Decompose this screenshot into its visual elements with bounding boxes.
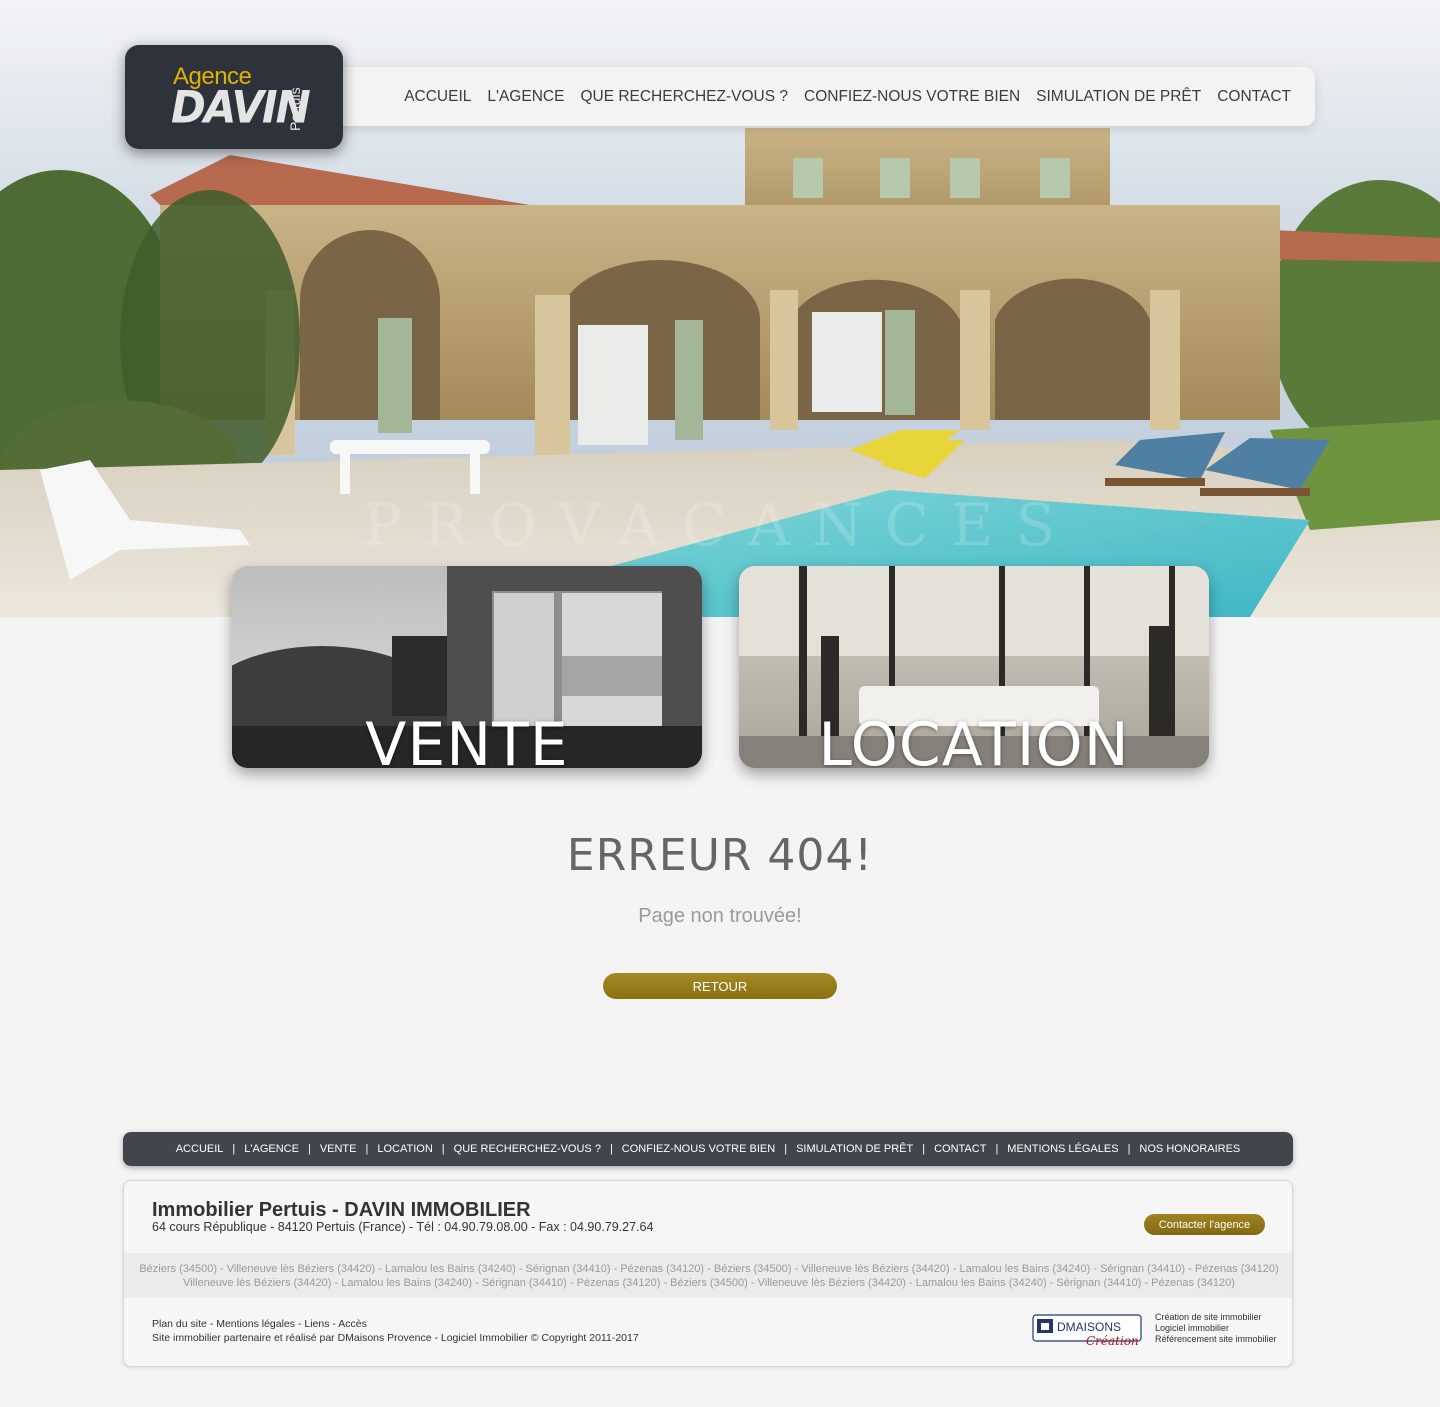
- footer-nav-mentions-legales[interactable]: MENTIONS LÉGALES: [1007, 1143, 1118, 1155]
- link-separator: -: [329, 1318, 339, 1330]
- separator: |: [307, 1143, 311, 1155]
- liens-link[interactable]: Liens: [304, 1318, 329, 1330]
- nav-simulation-pret[interactable]: SIMULATION DE PRÊT: [1036, 88, 1201, 106]
- agency-address: 64 cours République - 84120 Pertuis (Fra…: [152, 1220, 654, 1234]
- separator: |: [922, 1143, 926, 1155]
- separator: |: [995, 1143, 999, 1155]
- footer-nav-accueil[interactable]: ACCUEIL: [176, 1143, 224, 1155]
- nav-agence[interactable]: L'AGENCE: [487, 88, 564, 106]
- cities-list: Béziers (34500) - Villeneuve lès Béziers…: [124, 1253, 1292, 1298]
- link-separator: -: [295, 1318, 305, 1330]
- link-separator: -: [206, 1318, 217, 1330]
- separator: |: [609, 1143, 613, 1155]
- partner-text: Site immobilier partenaire et réalisé pa…: [152, 1332, 639, 1344]
- location-card[interactable]: LOCATION: [739, 566, 1209, 768]
- vente-card[interactable]: VENTE: [232, 566, 702, 768]
- agency-name: Immobilier Pertuis - DAVIN IMMOBILIER: [152, 1199, 531, 1221]
- error-title: ERREUR 404!: [566, 830, 874, 881]
- nav-que-recherchez-vous[interactable]: QUE RECHERCHEZ-VOUS ?: [580, 88, 788, 106]
- dm-service-line[interactable]: Création de site immobilier: [1155, 1312, 1277, 1323]
- plan-du-site-link[interactable]: Plan du site: [152, 1318, 207, 1330]
- cities-line: Villeneuve lès Béziers (34420) - Lamalou…: [183, 1277, 1235, 1289]
- footer-nav-que-recherchez-vous[interactable]: QUE RECHERCHEZ-VOUS ?: [454, 1143, 601, 1155]
- separator: |: [1127, 1143, 1131, 1155]
- footer-info: Immobilier Pertuis - DAVIN IMMOBILIER 64…: [123, 1180, 1293, 1367]
- footer-links: Plan du site - Mentions légales - Liens …: [152, 1317, 639, 1345]
- logo-pertuis-text: Pertuis: [287, 87, 303, 131]
- vente-label: VENTE: [365, 710, 569, 768]
- contact-agency-button[interactable]: Contacter l'agence: [1144, 1214, 1265, 1235]
- separator: |: [784, 1143, 788, 1155]
- footer-nav-honoraires[interactable]: NOS HONORAIRES: [1139, 1143, 1240, 1155]
- footer-nav-vente[interactable]: VENTE: [320, 1143, 357, 1155]
- footer-nav-location[interactable]: LOCATION: [377, 1143, 432, 1155]
- nav-confiez-nous[interactable]: CONFIEZ-NOUS VOTRE BIEN: [804, 88, 1020, 106]
- separator: |: [232, 1143, 236, 1155]
- main-navigation: ACCUEIL L'AGENCE QUE RECHERCHEZ-VOUS ? C…: [330, 67, 1315, 126]
- dmaisons-script: Création: [1086, 1334, 1139, 1348]
- footer-nav-simulation-pret[interactable]: SIMULATION DE PRÊT: [796, 1143, 913, 1155]
- watermark-text: PROVACANCES: [363, 491, 1078, 559]
- error-subtitle: Page non trouvée!: [638, 905, 802, 927]
- dmaisons-brand: DMAISONS: [1057, 1320, 1121, 1334]
- nav-accueil[interactable]: ACCUEIL: [404, 88, 471, 106]
- dmaisons-logo[interactable]: DMAISONS Création: [1032, 1314, 1142, 1348]
- footer-nav-agence[interactable]: L'AGENCE: [244, 1143, 299, 1155]
- retour-button[interactable]: RETOUR: [603, 973, 837, 999]
- separator: |: [365, 1143, 369, 1155]
- location-label: LOCATION: [818, 710, 1130, 768]
- dm-service-line[interactable]: Logiciel immobilier: [1155, 1323, 1277, 1334]
- dmaisons-services: Création de site immobilier Logiciel imm…: [1155, 1312, 1277, 1345]
- cities-line: Béziers (34500) - Villeneuve lès Béziers…: [139, 1263, 1279, 1275]
- mentions-legales-link[interactable]: Mentions légales: [216, 1318, 295, 1330]
- footer-nav-contact[interactable]: CONTACT: [934, 1143, 986, 1155]
- footer-navigation: ACCUEIL | L'AGENCE | VENTE | LOCATION | …: [123, 1132, 1293, 1166]
- separator: |: [441, 1143, 445, 1155]
- nav-contact[interactable]: CONTACT: [1217, 88, 1291, 106]
- acces-link[interactable]: Accès: [338, 1318, 367, 1330]
- agency-logo[interactable]: Agence DAVIN Pertuis: [125, 45, 343, 149]
- footer-nav-confiez-nous[interactable]: CONFIEZ-NOUS VOTRE BIEN: [622, 1143, 775, 1155]
- dm-service-line[interactable]: Référencement site immobilier: [1155, 1334, 1277, 1345]
